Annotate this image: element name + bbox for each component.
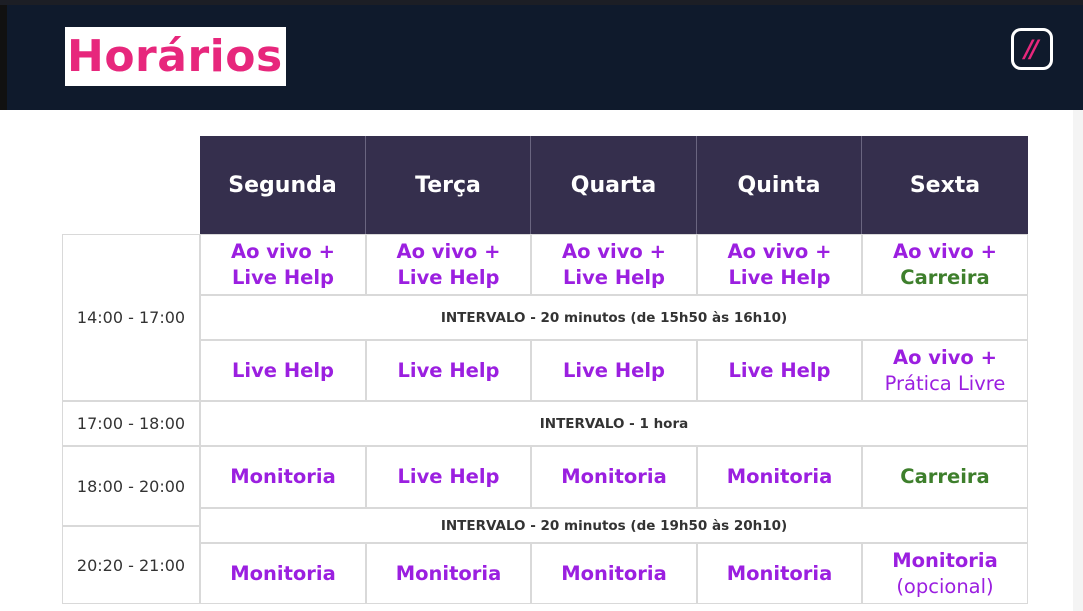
day-header-quinta: Quinta <box>697 136 862 234</box>
activity-line: Monitoria <box>230 561 336 585</box>
activity-line: Ao vivo + <box>562 239 666 263</box>
activity-qui-r1: Ao vivo + Live Help <box>697 234 862 295</box>
activity-seg-r1: Ao vivo + Live Help <box>200 234 366 295</box>
activity-line: Monitoria <box>561 465 667 488</box>
day-header-quarta: Quarta <box>531 136 697 234</box>
activity-line: Ao vivo + <box>396 239 501 263</box>
activity-qua-r1: Ao vivo + Live Help <box>531 234 697 295</box>
activity-line: Live Help <box>231 358 335 382</box>
activity-line: Live Help <box>397 265 500 289</box>
activity-sex-r3: Carreira <box>862 446 1028 508</box>
activity-line: Live Help <box>728 265 831 289</box>
activity-line: Ao vivo + <box>727 239 832 263</box>
activity-line: Ao vivo + <box>231 239 335 263</box>
right-shade <box>1073 110 1083 611</box>
activity-line: Live Help <box>562 358 666 382</box>
activity-line-light: (opcional) <box>896 574 994 598</box>
activity-line: Monitoria <box>395 561 502 585</box>
logo-icon: // <box>1011 28 1053 70</box>
activity-line-light: Prática Livre <box>884 371 1006 395</box>
activity-qui-r2: Live Help <box>697 340 862 401</box>
left-edge <box>0 5 7 110</box>
time-slot-20-21: 20:20 - 21:00 <box>62 526 200 604</box>
interval-first: INTERVALO - 20 minutos (de 15h50 às 16h1… <box>200 295 1028 340</box>
activity-line: Live Help <box>728 358 831 382</box>
activity-ter-r4: Monitoria <box>366 543 531 604</box>
activity-line: Monitoria <box>892 548 998 572</box>
activity-line: Live Help <box>397 465 500 488</box>
activity-sex-r4: Monitoria (opcional) <box>862 543 1028 604</box>
activity-qui-r4: Monitoria <box>697 543 862 604</box>
activity-qua-r3: Monitoria <box>531 446 697 508</box>
activity-qui-r3: Monitoria <box>697 446 862 508</box>
activity-line: Live Help <box>231 265 335 289</box>
activity-seg-r3: Monitoria <box>200 446 366 508</box>
activity-sex-r1: Ao vivo + Carreira <box>862 234 1028 295</box>
activity-line: Live Help <box>397 358 500 382</box>
activity-line: Monitoria <box>561 561 667 585</box>
activity-seg-r4: Monitoria <box>200 543 366 604</box>
day-header-sexta: Sexta <box>862 136 1028 234</box>
activity-line-carreira: Carreira <box>900 265 990 289</box>
activity-line: Monitoria <box>230 465 336 488</box>
activity-line: Monitoria <box>726 465 833 488</box>
time-slot-14-17: 14:00 - 17:00 <box>62 234 200 401</box>
activity-line: Live Help <box>562 265 666 289</box>
activity-qua-r2: Live Help <box>531 340 697 401</box>
day-header-terca: Terça <box>366 136 531 234</box>
day-header-segunda: Segunda <box>200 136 366 234</box>
time-slot-18-20: 18:00 - 20:00 <box>62 446 200 526</box>
activity-seg-r2: Live Help <box>200 340 366 401</box>
page-title: Horários <box>65 27 286 86</box>
activity-line: Ao vivo + <box>893 239 997 263</box>
activity-ter-r3: Live Help <box>366 446 531 508</box>
time-slot-17-18: 17:00 - 18:00 <box>62 401 200 446</box>
activity-qua-r4: Monitoria <box>531 543 697 604</box>
activity-ter-r2: Live Help <box>366 340 531 401</box>
interval-hour: INTERVALO - 1 hora <box>200 401 1028 446</box>
activity-ter-r1: Ao vivo + Live Help <box>366 234 531 295</box>
logo-text: // <box>1024 35 1038 63</box>
activity-line-carreira: Carreira <box>900 465 990 488</box>
activity-line: Ao vivo + <box>893 345 997 369</box>
activity-line: Monitoria <box>726 561 833 585</box>
activity-sex-r2: Ao vivo + Prática Livre <box>862 340 1028 401</box>
interval-second: INTERVALO - 20 minutos (de 19h50 às 20h1… <box>200 508 1028 543</box>
